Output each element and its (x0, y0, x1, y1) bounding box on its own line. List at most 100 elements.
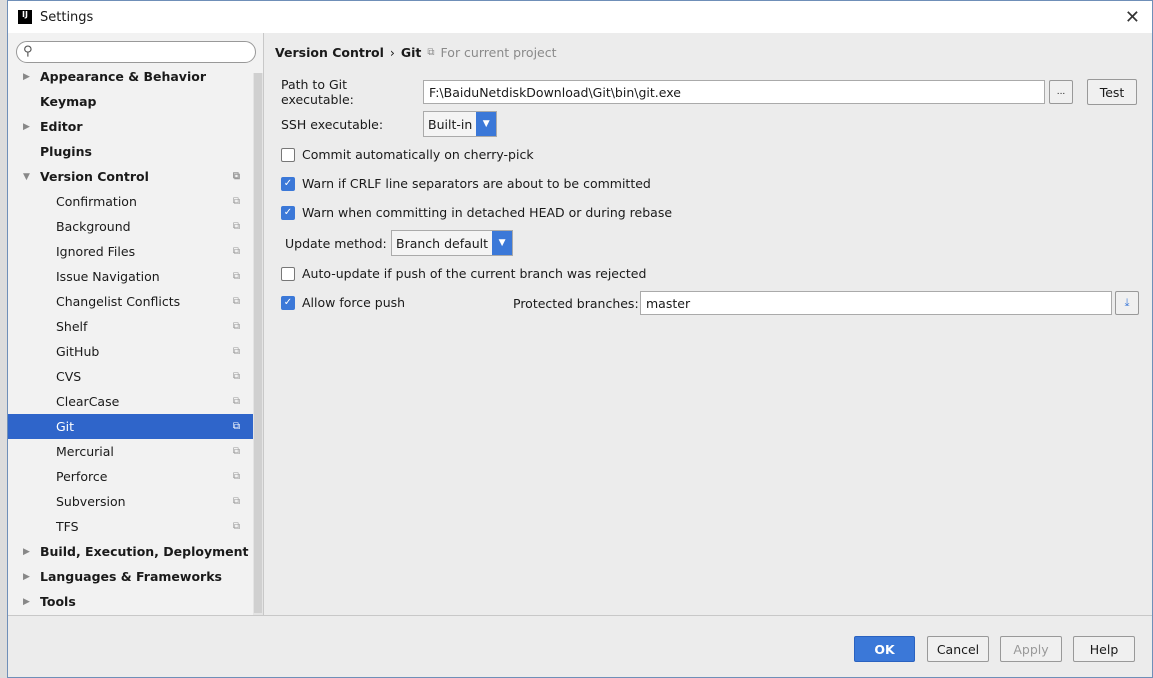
project-scope-icon: ⧉ (232, 171, 240, 182)
checkbox-auto-update[interactable]: Auto-update if push of the current branc… (281, 266, 646, 281)
sidebar-item-label: TFS (56, 519, 79, 534)
breadcrumb-separator: › (389, 45, 395, 60)
chevron-down-icon[interactable]: ▼ (23, 172, 30, 182)
ssh-select[interactable]: Built-in ▼ (423, 111, 498, 137)
checkbox-label: Auto-update if push of the current branc… (302, 266, 647, 281)
browse-button[interactable]: ... (1049, 80, 1073, 104)
sidebar-item-ignored-files[interactable]: Ignored Files ⧉ (8, 239, 254, 264)
sidebar-item-shelf[interactable]: Shelf ⧉ (8, 314, 254, 339)
chevron-right-icon[interactable]: ▶ (23, 572, 30, 582)
test-button[interactable]: Test (1087, 79, 1137, 105)
sidebar-item-git[interactable]: Git ⧉ (8, 414, 254, 439)
sidebar-item-label: Changelist Conflicts (56, 294, 181, 309)
project-scope-icon: ⧉ (232, 346, 240, 357)
sidebar-item-label: Shelf (56, 319, 88, 334)
ssh-row: SSH executable: Built-in ▼ (281, 111, 498, 137)
chevron-right-icon[interactable]: ▶ (23, 597, 30, 607)
sidebar-item-keymap[interactable]: Keymap (8, 89, 254, 114)
settings-sidebar: ⚲ ▶ Appearance & Behavior Keymap ▶ Editor Plu… (8, 33, 264, 615)
sidebar-item-changelist-conflicts[interactable]: Changelist Conflicts ⧉ (8, 289, 254, 314)
checkbox-label: Warn if CRLF line separators are about t… (302, 176, 651, 191)
search-icon: ⚲ (23, 44, 33, 59)
expand-field-icon[interactable]: ⤓ (1115, 291, 1139, 315)
sidebar-item-subversion[interactable]: Subversion ⧉ (8, 489, 254, 514)
chevron-right-icon[interactable]: ▶ (23, 547, 30, 557)
project-scope-icon: ⧉ (232, 221, 240, 232)
checkbox-label: Commit automatically on cherry-pick (302, 147, 534, 162)
project-scope-icon: ⧉ (232, 521, 240, 532)
git-path-input[interactable]: F:\BaiduNetdiskDownload\Git\bin\git.exe (423, 80, 1045, 104)
sidebar-item-plugins[interactable]: Plugins (8, 139, 254, 164)
checkbox-detached-head[interactable]: ✓ Warn when committing in detached HEAD o… (281, 205, 672, 220)
search-input[interactable]: ⚲ (16, 41, 256, 63)
sidebar-item-mercurial[interactable]: Mercurial ⧉ (8, 439, 254, 464)
checkbox[interactable]: ✓ (281, 205, 295, 220)
window-title: Settings (40, 9, 94, 25)
sidebar-item-label: Plugins (40, 144, 92, 159)
sidebar-item-label: Confirmation (56, 194, 137, 209)
sidebar-item-label: Mercurial (56, 444, 114, 459)
project-scope-icon: ⧉ (232, 271, 240, 282)
update-method-value: Branch default (396, 235, 489, 251)
sidebar-item-tools[interactable]: ▶ Tools (8, 589, 254, 614)
checkbox-force-push[interactable]: ✓ Allow force push (281, 295, 405, 310)
sidebar-item-build-execution-deployment[interactable]: ▶ Build, Execution, Deployment (8, 539, 254, 564)
protected-branches-input[interactable]: master (640, 291, 1112, 315)
scrollbar-thumb[interactable] (254, 73, 262, 613)
sidebar-item-label: Appearance & Behavior (40, 69, 206, 84)
project-scope-icon: ⧉ (232, 496, 240, 507)
sidebar-item-tfs[interactable]: TFS ⧉ (8, 514, 254, 539)
close-icon[interactable]: ✕ (1125, 7, 1140, 28)
sidebar-item-languages-frameworks[interactable]: ▶ Languages & Frameworks (8, 564, 254, 589)
ok-button[interactable]: OK (854, 636, 915, 662)
sidebar-item-appearance-behavior[interactable]: ▶ Appearance & Behavior (8, 64, 254, 89)
project-scope-icon: ⧉ (232, 296, 240, 307)
ssh-label: SSH executable: (281, 116, 384, 132)
sidebar-item-clearcase[interactable]: ClearCase ⧉ (8, 389, 254, 414)
sidebar-item-editor[interactable]: ▶ Editor (8, 114, 254, 139)
sidebar-scrollbar[interactable] (253, 73, 263, 615)
checkbox[interactable] (281, 266, 295, 281)
sidebar-item-label: Perforce (56, 469, 108, 484)
sidebar-item-label: Version Control (40, 169, 149, 184)
protected-branches-label: Protected branches: (513, 295, 639, 311)
chevron-right-icon[interactable]: ▶ (23, 72, 30, 82)
sidebar-item-label: Build, Execution, Deployment (40, 544, 249, 559)
sidebar-item-label: Keymap (40, 94, 97, 109)
title-bar: IJ Settings ✕ (8, 1, 1152, 33)
sidebar-item-background[interactable]: Background ⧉ (8, 214, 254, 239)
update-method-select[interactable]: Branch default ▼ (391, 230, 514, 256)
sidebar-item-label: Ignored Files (56, 244, 136, 259)
sidebar-item-confirmation[interactable]: Confirmation ⧉ (8, 189, 254, 214)
project-scope-icon: ⧉ (232, 371, 240, 382)
settings-dialog: IJ Settings ✕ ⚲ ▶ Appearance & Behavior Ke… (7, 0, 1153, 678)
help-button[interactable]: Help (1073, 636, 1135, 662)
sidebar-item-issue-navigation[interactable]: Issue Navigation ⧉ (8, 264, 254, 289)
checkbox[interactable]: ✓ (281, 295, 295, 310)
git-path-row: Path to Git executable: F:\BaiduNetdiskD… (281, 77, 1137, 107)
checkbox-cherry-pick[interactable]: Commit automatically on cherry-pick (281, 147, 534, 162)
checkbox-label: Warn when committing in detached HEAD or… (302, 205, 673, 220)
checkbox-crlf[interactable]: ✓ Warn if CRLF line separators are about … (281, 176, 651, 191)
git-settings-panel: Version Control › Git ⧉ For current proj… (265, 33, 1152, 615)
breadcrumb-current: Git (400, 45, 422, 60)
sidebar-item-label: CVS (56, 369, 82, 384)
apply-button[interactable]: Apply (1000, 636, 1062, 662)
checkbox[interactable] (281, 147, 295, 162)
scope-label: For current project (440, 45, 557, 60)
sidebar-item-label: GitHub (56, 344, 100, 359)
sidebar-item-github[interactable]: GitHub ⧉ (8, 339, 254, 364)
dialog-footer: OK Cancel Apply Help (8, 615, 1152, 677)
git-path-value: F:\BaiduNetdiskDownload\Git\bin\git.exe (429, 84, 681, 100)
chevron-right-icon[interactable]: ▶ (23, 122, 30, 132)
sidebar-item-label: Subversion (56, 494, 126, 509)
checkbox-label: Allow force push (302, 295, 406, 310)
cancel-button[interactable]: Cancel (927, 636, 989, 662)
sidebar-item-version-control[interactable]: ▼ Version Control ⧉ (8, 164, 254, 189)
sidebar-item-label: Issue Navigation (56, 269, 160, 284)
project-scope-icon: ⧉ (232, 321, 240, 332)
sidebar-item-cvs[interactable]: CVS ⧉ (8, 364, 254, 389)
breadcrumb-parent[interactable]: Version Control (275, 45, 384, 60)
sidebar-item-perforce[interactable]: Perforce ⧉ (8, 464, 254, 489)
checkbox[interactable]: ✓ (281, 176, 295, 191)
